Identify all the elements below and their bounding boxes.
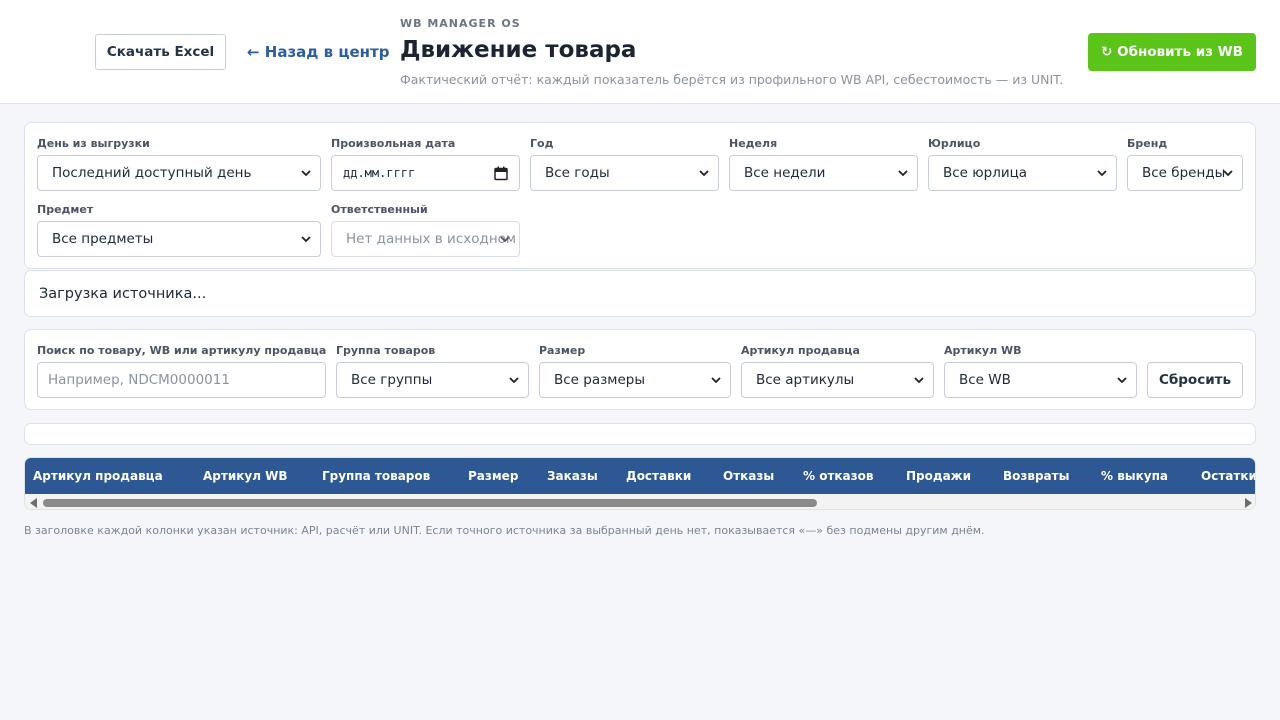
group-select[interactable]: Все группы (336, 362, 529, 398)
horizontal-scrollbar[interactable] (25, 494, 1255, 509)
wb-article-select[interactable]: Все WB (944, 362, 1137, 398)
page-title: Движение товара (400, 37, 637, 63)
custom-date-label: Произвольная дата (331, 137, 456, 150)
subject-select-value: Все предметы (52, 231, 154, 247)
custom-date-input[interactable]: дд.мм.гггг (331, 155, 520, 191)
day-label: День из выгрузки (37, 137, 150, 150)
column-header[interactable]: Артикул продавца (33, 458, 163, 494)
size-select-value: Все размеры (554, 372, 646, 388)
column-header[interactable]: Остатки (1201, 458, 1255, 494)
column-header[interactable]: Заказы (547, 458, 598, 494)
footnote: В заголовке каждой колонки указан источн… (24, 524, 985, 537)
chevron-down-icon (1097, 170, 1107, 177)
custom-date-placeholder: дд.мм.гггг (343, 166, 416, 180)
table-header: Артикул продавца Артикул WB Группа товар… (25, 458, 1255, 494)
calendar-icon[interactable] (494, 166, 508, 181)
chevron-down-icon (301, 236, 311, 243)
year-select[interactable]: Все годы (530, 155, 719, 191)
group-select-value: Все группы (351, 372, 433, 388)
group-label: Группа товаров (336, 344, 436, 357)
responsible-label: Ответственный (331, 203, 428, 216)
wb-article-select-value: Все WB (959, 372, 1011, 388)
wb-article-label: Артикул WB (944, 344, 1022, 357)
column-header[interactable]: % выкупа (1101, 458, 1168, 494)
page-subtitle: Фактический отчёт: каждый показатель бер… (400, 72, 1064, 87)
scrollbar-thumb[interactable] (43, 499, 817, 507)
column-header[interactable]: Размер (468, 458, 518, 494)
chevron-down-icon (898, 170, 908, 177)
responsible-select-value: Нет данных в исходном (346, 231, 517, 247)
top-header: Скачать Excel ← Назад в центр WB MANAGER… (0, 0, 1280, 104)
column-header[interactable]: Доставки (626, 458, 691, 494)
chevron-down-icon (1117, 377, 1127, 384)
responsible-select[interactable]: Нет данных в исходном (331, 221, 520, 257)
brand-select[interactable]: Все бренды (1127, 155, 1243, 191)
reset-button[interactable]: Сбросить (1147, 362, 1243, 398)
scroll-right-icon[interactable] (1245, 498, 1252, 508)
column-header[interactable]: % отказов (803, 458, 873, 494)
brand-select-value: Все бренды (1142, 165, 1226, 181)
chevron-down-icon (500, 236, 510, 243)
seller-article-select[interactable]: Все артикулы (741, 362, 934, 398)
legal-entity-label: Юрлицо (928, 137, 981, 150)
chevron-down-icon (1223, 170, 1233, 177)
brand-label: WB MANAGER OS (400, 17, 521, 30)
status-text: Загрузка источника... (39, 286, 207, 302)
day-select[interactable]: Последний доступный день (37, 155, 321, 191)
legal-entity-select-value: Все юрлица (943, 165, 1028, 181)
download-excel-button[interactable]: Скачать Excel (95, 34, 226, 70)
chevron-down-icon (914, 377, 924, 384)
search-placeholder: Например, NDCM0000011 (48, 372, 230, 388)
back-to-center-link[interactable]: ← Назад в центр (247, 43, 389, 61)
year-label: Год (530, 137, 554, 150)
summary-bar (24, 423, 1256, 445)
column-header[interactable]: Возвраты (1003, 458, 1069, 494)
legal-entity-select[interactable]: Все юрлица (928, 155, 1117, 191)
search-input[interactable]: Например, NDCM0000011 (37, 362, 326, 398)
chevron-down-icon (509, 377, 519, 384)
column-header[interactable]: Группа товаров (322, 458, 430, 494)
size-label: Размер (539, 344, 586, 357)
size-select[interactable]: Все размеры (539, 362, 731, 398)
subject-select[interactable]: Все предметы (37, 221, 321, 257)
seller-article-select-value: Все артикулы (756, 372, 855, 388)
scroll-left-icon[interactable] (30, 498, 37, 508)
column-header[interactable]: Продажи (906, 458, 971, 494)
refresh-from-wb-button[interactable]: ↻ Обновить из WB (1088, 33, 1256, 71)
search-label: Поиск по товару, WB или артикулу продавц… (37, 344, 327, 357)
status-panel: Загрузка источника... (24, 270, 1256, 317)
column-header[interactable]: Отказы (723, 458, 774, 494)
week-select-value: Все недели (744, 165, 826, 181)
data-table: Артикул продавца Артикул WB Группа товар… (24, 457, 1256, 510)
year-select-value: Все годы (545, 165, 610, 181)
chevron-down-icon (711, 377, 721, 384)
week-label: Неделя (729, 137, 778, 150)
seller-article-label: Артикул продавца (741, 344, 860, 357)
week-select[interactable]: Все недели (729, 155, 918, 191)
chevron-down-icon (699, 170, 709, 177)
column-header[interactable]: Артикул WB (203, 458, 288, 494)
chevron-down-icon (301, 170, 311, 177)
day-select-value: Последний доступный день (52, 165, 252, 181)
brand-filter-label: Бренд (1127, 137, 1168, 150)
subject-label: Предмет (37, 203, 94, 216)
